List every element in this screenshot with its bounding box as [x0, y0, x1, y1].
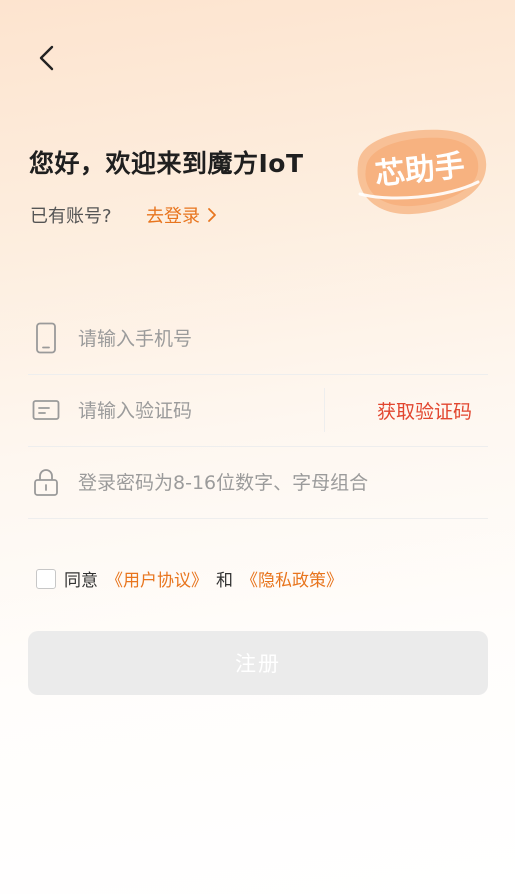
- get-code-button[interactable]: 获取验证码: [377, 374, 472, 446]
- login-link[interactable]: 去登录: [146, 202, 218, 228]
- phone-icon: [32, 321, 60, 355]
- lock-icon: [32, 465, 60, 499]
- password-input[interactable]: [76, 446, 480, 520]
- chevron-right-icon: [208, 208, 216, 222]
- subtitle: 已有账号?: [30, 206, 112, 227]
- login-link-label: 去登录: [146, 206, 200, 227]
- agreement-checkbox[interactable]: [36, 568, 56, 589]
- back-button[interactable]: [30, 40, 66, 76]
- password-row: [28, 446, 488, 520]
- page-title: 您好，欢迎来到魔方IoT: [29, 149, 304, 178]
- agree-label: 同意: [64, 571, 98, 591]
- chevron-left-icon: [39, 45, 54, 71]
- phone-row: [28, 302, 488, 376]
- code-row: 获取验证码: [28, 374, 488, 448]
- code-input[interactable]: [76, 374, 340, 448]
- brand-badge: 芯助手: [346, 124, 490, 220]
- agreement-row: 同意 《用户协议》 和 《隐私政策》: [36, 566, 351, 591]
- divider: [324, 388, 325, 432]
- and-label: 和: [216, 571, 233, 591]
- phone-input[interactable]: [76, 302, 480, 376]
- register-button[interactable]: 注册: [28, 631, 488, 695]
- message-icon: [32, 393, 60, 427]
- user-agreement-link[interactable]: 《用户协议》: [106, 566, 208, 591]
- privacy-policy-link[interactable]: 《隐私政策》: [241, 566, 343, 591]
